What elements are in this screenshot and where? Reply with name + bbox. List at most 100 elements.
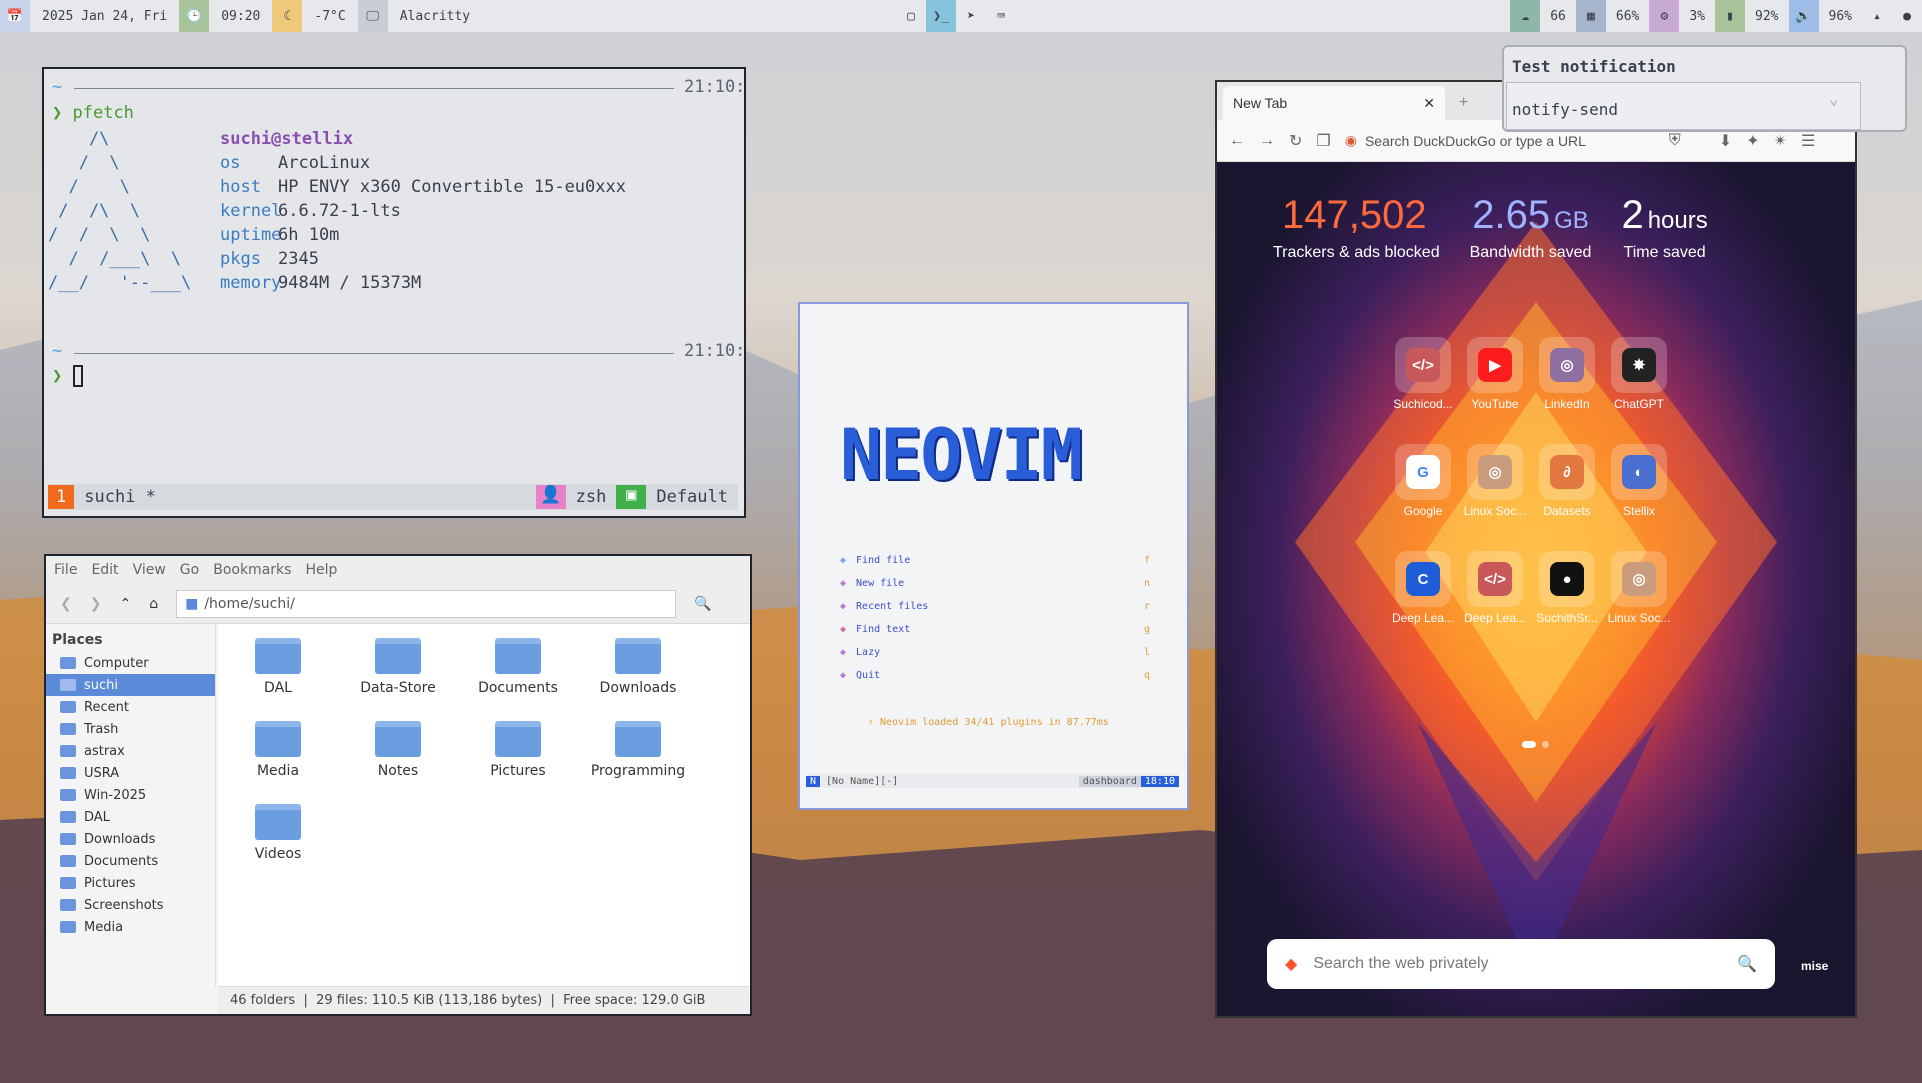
back-icon[interactable]: ← xyxy=(1229,132,1245,150)
top-site-tile[interactable]: </> Deep Lea... xyxy=(1459,551,1531,658)
dashboard-item[interactable]: ◆ Find file f xyxy=(840,549,1150,572)
sidebar-item-label: Downloads xyxy=(84,831,156,847)
menu-bar: File Edit View Go Bookmarks Help xyxy=(46,556,750,584)
folder-item[interactable]: Data-Store xyxy=(338,634,458,717)
menu-item[interactable]: View xyxy=(133,562,166,578)
top-site-tile[interactable]: ◎ Linux Soc... xyxy=(1603,551,1675,658)
dashboard-item[interactable]: ◆ Quit q xyxy=(840,664,1150,687)
sidebar-item[interactable]: Pictures xyxy=(46,872,215,894)
folder-item[interactable]: Videos xyxy=(218,800,338,883)
window-module[interactable]: 🖵 xyxy=(357,0,388,32)
download-icon[interactable]: ⬇ xyxy=(1719,131,1732,151)
battery-icon[interactable]: ▮ xyxy=(1715,0,1746,32)
page-indicator-2[interactable] xyxy=(1542,741,1549,748)
home-icon[interactable]: ⌂ xyxy=(149,596,158,612)
sidebar-item[interactable]: suchi xyxy=(46,674,215,696)
top-site-tile[interactable]: </> Suchicod... xyxy=(1387,337,1459,444)
sidebar-item[interactable]: Win-2025 xyxy=(46,784,215,806)
clock-module[interactable]: 🕒 xyxy=(179,0,210,32)
site-label: Google xyxy=(1403,504,1443,518)
rewards-icon[interactable]: ✴ xyxy=(1774,131,1787,151)
chevron-down-icon[interactable]: ⌄ xyxy=(1829,89,1839,108)
new-tab-icon[interactable]: + xyxy=(1445,94,1482,120)
forward-icon[interactable]: → xyxy=(1259,132,1275,150)
folder-item[interactable]: Documents xyxy=(458,634,578,717)
top-site-tile[interactable]: ◎ LinkedIn xyxy=(1531,337,1603,444)
updates-icon[interactable]: ☁ xyxy=(1510,0,1541,32)
cpu-icon[interactable]: ⚙ xyxy=(1649,0,1680,32)
url-bar[interactable]: ◉ Search DuckDuckGo or type a URL xyxy=(1345,132,1655,149)
microphone-icon[interactable]: ● xyxy=(1892,0,1922,32)
keyboard-icon[interactable]: ⌨ xyxy=(986,0,1016,32)
window-name[interactable]: suchi * xyxy=(74,487,166,507)
search-icon[interactable]: 🔍 xyxy=(1737,954,1757,974)
dashboard-item[interactable]: ◆ Lazy l xyxy=(840,641,1150,664)
folder-item[interactable]: DAL xyxy=(218,634,338,717)
extensions-icon[interactable]: ✦ xyxy=(1746,131,1759,151)
telegram-icon[interactable]: ➤ xyxy=(956,0,986,32)
tab-new-tab[interactable]: New Tab ✕ xyxy=(1223,86,1445,120)
folder-item[interactable]: Media xyxy=(218,717,338,800)
site-glyph: ◎ xyxy=(1622,562,1656,596)
sidebar-item[interactable]: Documents xyxy=(46,850,215,872)
window-number[interactable]: 1 xyxy=(48,485,75,509)
cursor[interactable] xyxy=(72,365,83,387)
neovim-window[interactable]: NEOVIM ◆ Find file f ◆ New file n ◆ Recent file… xyxy=(798,302,1189,810)
top-site-tile[interactable]: ∂ Datasets xyxy=(1531,444,1603,551)
folder-item[interactable]: Programming xyxy=(578,717,698,800)
folder-item[interactable]: Notes xyxy=(338,717,458,800)
menu-item[interactable]: Help xyxy=(305,562,337,578)
screen-icon[interactable]: ▢ xyxy=(896,0,926,32)
search-icon[interactable]: 🔍 xyxy=(694,596,711,612)
site-glyph: ∂ xyxy=(1550,455,1584,489)
menu-item[interactable]: Go xyxy=(180,562,199,578)
browser-window[interactable]: New Tab ✕ + ← → ↻ ❐ ◉ Search DuckDuckGo o… xyxy=(1215,80,1857,1018)
terminal-window[interactable]: ~ 21:10:43 ❯ pfetch /\ / \ / \ / /\ \ / /… xyxy=(42,67,746,518)
top-site-tile[interactable]: ▶ YouTube xyxy=(1459,337,1531,444)
menu-item[interactable]: Bookmarks xyxy=(213,562,291,578)
date-module[interactable]: 📅 xyxy=(0,0,30,32)
dashboard-item[interactable]: ◆ New file n xyxy=(840,572,1150,595)
tray-icon[interactable]: ▴ xyxy=(1862,0,1892,32)
up-icon[interactable]: ⌃ xyxy=(119,596,131,612)
top-site-tile[interactable]: ✸ ChatGPT xyxy=(1603,337,1675,444)
sidebar-item[interactable]: Media xyxy=(46,916,215,938)
top-site-tile[interactable]: ◎ Linux Soc... xyxy=(1459,444,1531,551)
file-manager-window[interactable]: File Edit View Go Bookmarks Help ❮ ❯ ⌃ ⌂ ■ /ho… xyxy=(44,554,752,1016)
sidebar-item[interactable]: DAL xyxy=(46,806,215,828)
notification-popup[interactable]: Test notification notify-send ⌄ xyxy=(1502,45,1907,132)
terminal-icon[interactable]: ❯_ xyxy=(926,0,956,32)
bookmark-icon[interactable]: ❐ xyxy=(1316,131,1330,151)
memory-icon[interactable]: ▦ xyxy=(1575,0,1606,32)
volume-icon[interactable]: 🔊 xyxy=(1788,0,1819,32)
top-site-tile[interactable]: C Deep Lea... xyxy=(1387,551,1459,658)
page-indicator[interactable] xyxy=(1522,741,1536,748)
search-box[interactable]: ◆ Search the web privately 🔍 xyxy=(1267,939,1775,989)
sidebar-item[interactable]: USRA xyxy=(46,762,215,784)
sidebar-item[interactable]: Computer xyxy=(46,652,215,674)
sidebar-item[interactable]: Downloads xyxy=(46,828,215,850)
folder-icon xyxy=(60,701,76,713)
menu-icon[interactable]: ☰ xyxy=(1801,131,1815,151)
back-icon[interactable]: ❮ xyxy=(60,596,72,612)
folder-item[interactable]: Downloads xyxy=(578,634,698,717)
sidebar-item[interactable]: astrax xyxy=(46,740,215,762)
forward-icon[interactable]: ❯ xyxy=(90,596,102,612)
menu-item[interactable]: File xyxy=(54,562,77,578)
dashboard-item[interactable]: ◆ Find text g xyxy=(840,618,1150,641)
weather-module[interactable]: ☾ xyxy=(272,0,303,32)
top-site-tile[interactable]: ◐ Stellix xyxy=(1603,444,1675,551)
path-bar[interactable]: ■ /home/suchi/ xyxy=(176,589,677,618)
close-icon[interactable]: ✕ xyxy=(1423,95,1435,112)
top-site-tile[interactable]: G Google xyxy=(1387,444,1459,551)
folder-item[interactable]: Pictures xyxy=(458,717,578,800)
customise-link[interactable]: mise xyxy=(1801,959,1828,973)
top-site-tile[interactable]: ● SuchithSr... xyxy=(1531,551,1603,658)
sidebar-item[interactable]: Recent xyxy=(46,696,215,718)
menu-item[interactable]: Edit xyxy=(91,562,118,578)
sidebar-item[interactable]: Trash xyxy=(46,718,215,740)
dashboard-item[interactable]: ◆ Recent files r xyxy=(840,595,1150,618)
sidebar-item[interactable]: Screenshots xyxy=(46,894,215,916)
reload-icon[interactable]: ↻ xyxy=(1289,131,1302,151)
brave-shield-icon[interactable]: ⛨ xyxy=(1669,132,1681,150)
